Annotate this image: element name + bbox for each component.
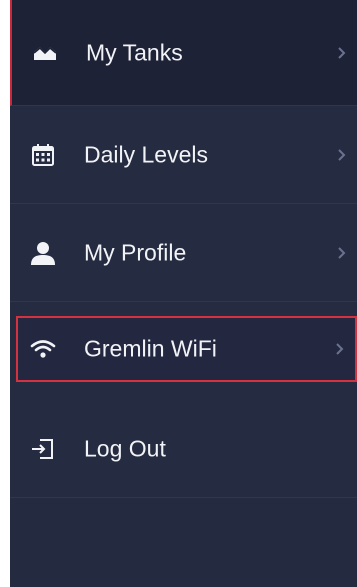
side-menu: My Tanks Daily Levels My Profile Gremlin… (10, 0, 357, 587)
menu-item-log-out[interactable]: Log Out (10, 400, 357, 498)
menu-item-gremlin-wifi[interactable]: Gremlin WiFi (16, 316, 357, 382)
menu-item-label: Gremlin WiFi (84, 335, 217, 362)
menu-item-my-tanks[interactable]: My Tanks (10, 0, 357, 106)
menu-item-label: Daily Levels (84, 141, 208, 167)
chevron-right-icon (337, 246, 347, 260)
chevron-right-icon (337, 148, 347, 162)
wave-chart-icon (32, 40, 58, 66)
menu-item-label: Log Out (84, 435, 166, 461)
menu-empty-area (10, 500, 357, 587)
calendar-icon (30, 142, 56, 168)
chevron-right-icon (335, 342, 345, 356)
chevron-right-icon (337, 46, 347, 60)
logout-icon (30, 436, 56, 462)
wifi-icon (30, 336, 56, 362)
menu-item-my-profile[interactable]: My Profile (10, 204, 357, 302)
menu-item-label: My Tanks (86, 39, 183, 65)
menu-item-daily-levels[interactable]: Daily Levels (10, 106, 357, 204)
person-icon (30, 240, 56, 266)
menu-item-label: My Profile (84, 239, 187, 265)
